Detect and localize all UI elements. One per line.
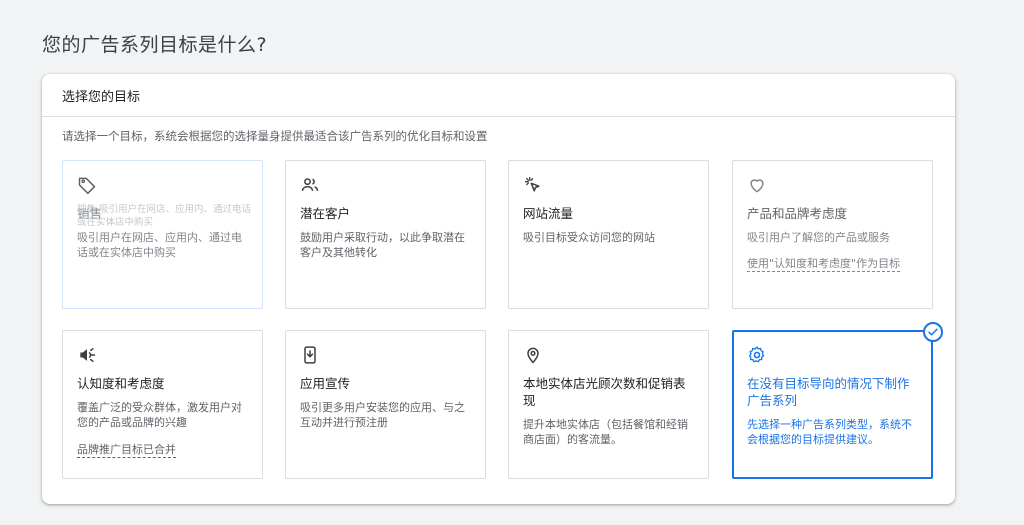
page-title: 您的广告系列目标是什么? — [42, 34, 268, 56]
goal-card-desc: 吸引用户在网店、应用内、通过电话或在实体店中购买 — [77, 231, 242, 259]
selected-check-icon — [923, 322, 943, 342]
goal-card-desc: 鼓励用户采取行动，以此争取潜在客户及其他转化 — [300, 231, 465, 259]
panel-header: 选择您的目标 — [42, 74, 955, 117]
panel-description: 请选择一个目标，系统会根据您的选择量身提供最适合该广告系列的优化目标和设置 — [62, 129, 488, 143]
goal-card-local-store[interactable]: 本地实体店光顾次数和促销表现 提升本地实体店（包括餐馆和经销商店面）的客流量。 — [508, 330, 709, 479]
cursor-click-icon — [523, 175, 543, 195]
goal-card-brand-consideration[interactable]: 产品和品牌考虑度 吸引用户了解您的产品或服务 使用"认知度和考虑度"作为目标 — [732, 160, 933, 309]
phone-download-icon — [300, 345, 320, 365]
tag-icon — [77, 175, 97, 195]
goal-card-desc: 覆盖广泛的受众群体，激发用户对您的产品或品牌的兴趣 — [77, 401, 242, 429]
gear-icon — [747, 345, 767, 365]
goal-card-title: 潜在客户 — [300, 206, 351, 221]
goal-card-title: 在没有目标导向的情况下制作广告系列 — [747, 376, 910, 408]
goal-card-title: 销售 — [77, 206, 103, 221]
goal-card-leads[interactable]: 潜在客户 鼓励用户采取行动，以此争取潜在客户及其他转化 — [285, 160, 486, 309]
goal-card-title: 应用宣传 — [300, 376, 351, 391]
people-icon — [300, 175, 320, 195]
goal-panel: 选择您的目标 请选择一个目标，系统会根据您的选择量身提供最适合该广告系列的优化目… — [42, 74, 955, 504]
goal-card-app-promotion[interactable]: 应用宣传 吸引更多用户安装您的应用、与之互动并进行预注册 — [285, 330, 486, 479]
heart-icon — [747, 175, 767, 195]
location-pin-icon — [523, 345, 543, 365]
goal-card-desc: 先选择一种广告系列类型，系统不会根据您的目标提供建议。 — [747, 418, 912, 446]
goal-card-title: 产品和品牌考虑度 — [747, 206, 848, 221]
goal-card-title: 网站流量 — [523, 206, 574, 221]
goal-card-awareness[interactable]: 认知度和考虑度 覆盖广泛的受众群体，激发用户对您的产品或品牌的兴趣 品牌推广目标… — [62, 330, 263, 479]
goal-card-desc: 吸引目标受众访问您的网站 — [523, 231, 655, 244]
goal-card-desc: 吸引用户了解您的产品或服务 — [747, 231, 890, 244]
goal-card-title: 认知度和考虑度 — [77, 376, 165, 391]
goal-card-sales[interactable]: 销售 吸引用户在网店、应用内、通过电话或在实体店中购买 销售 吸引用户在网店、应… — [62, 160, 263, 309]
use-awareness-link[interactable]: 使用"认知度和考虑度"作为目标 — [747, 256, 901, 272]
brand-goal-merged-link[interactable]: 品牌推广目标已合并 — [77, 442, 176, 458]
goal-card-no-goal[interactable]: 在没有目标导向的情况下制作广告系列 先选择一种广告系列类型，系统不会根据您的目标… — [732, 330, 933, 479]
goal-card-title: 本地实体店光顾次数和促销表现 — [523, 376, 686, 408]
goal-card-desc: 提升本地实体店（包括餐馆和经销商店面）的客流量。 — [523, 418, 688, 446]
megaphone-icon — [77, 345, 97, 365]
goal-card-website-traffic[interactable]: 网站流量 吸引目标受众访问您的网站 — [508, 160, 709, 309]
goal-card-desc: 吸引更多用户安装您的应用、与之互动并进行预注册 — [300, 401, 465, 429]
